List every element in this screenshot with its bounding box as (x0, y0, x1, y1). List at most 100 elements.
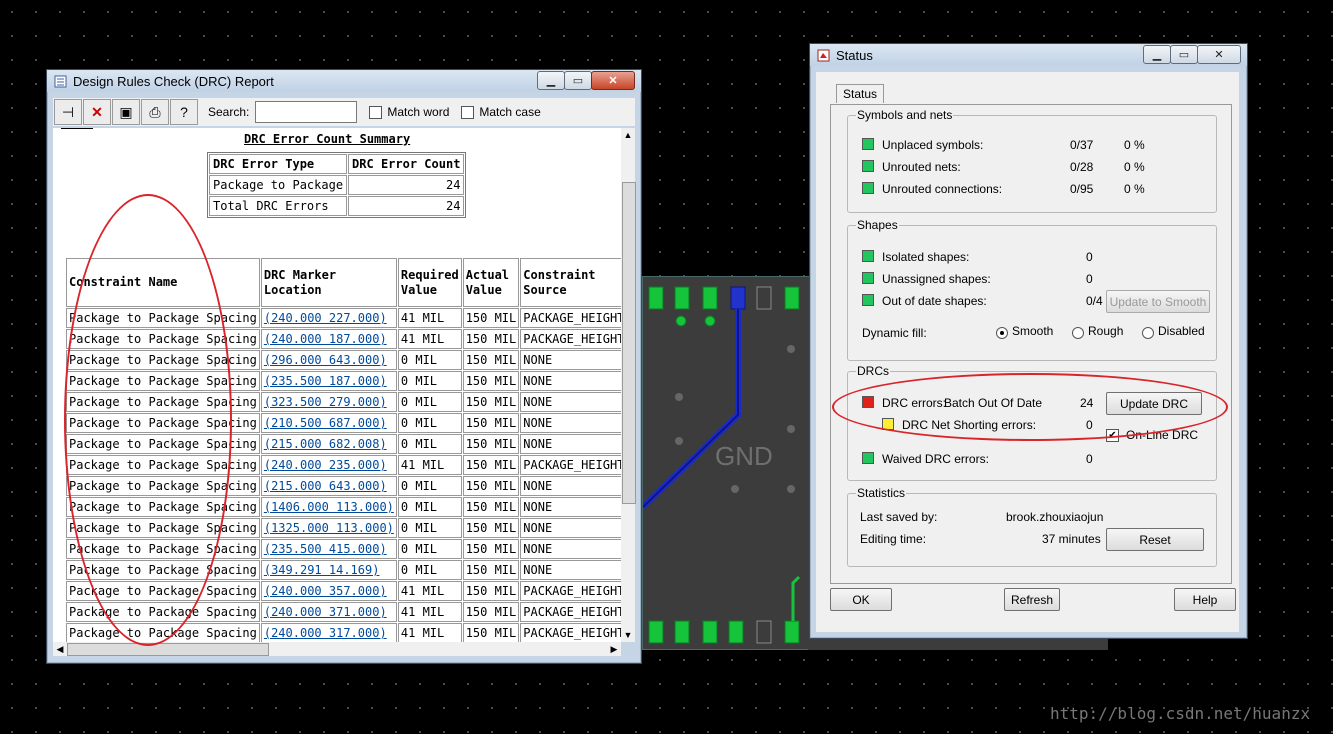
vertical-scrollbar[interactable]: ▲ ▼ (621, 128, 636, 642)
required-value-cell: 0 MIL (400, 563, 438, 577)
marker-location-cell[interactable]: (215.000 643.000) (260, 476, 397, 496)
constraint-source-cell: PACKAGE_HEIGHT_I (520, 329, 621, 349)
required-value-cell: 41 MIL (400, 332, 445, 346)
marker-location-link[interactable]: (235.500 187.000) (264, 374, 387, 388)
status-window[interactable]: Status ▁ ▭ ✕ Status Symbols and nets Unp… (809, 43, 1248, 639)
print-button[interactable]: ⎙ (141, 99, 169, 125)
marker-location-cell[interactable]: (1406.000 113.000) (260, 497, 397, 517)
actual-value-cell: 150 MIL (465, 437, 517, 451)
hscroll-thumb[interactable] (67, 643, 269, 656)
marker-location-cell[interactable]: (240.000 187.000) (260, 329, 397, 349)
online-drc-checkbox[interactable]: ✔ (1106, 429, 1119, 442)
marker-location-link[interactable]: (240.000 357.000) (264, 584, 387, 598)
marker-location-cell[interactable]: (240.000 227.000) (260, 308, 397, 328)
marker-location-link[interactable]: (210.500 687.000) (264, 416, 387, 430)
fill-rough-label: Rough (1088, 324, 1124, 338)
actual-value-cell: 150 MIL (465, 353, 517, 367)
help-button[interactable]: ? (170, 99, 198, 125)
minimize-button[interactable]: ▁ (1143, 45, 1171, 64)
marker-location-link[interactable]: (240.000 227.000) (264, 311, 387, 325)
marker-location-link[interactable]: (215.000 682.008) (264, 437, 387, 451)
close-button[interactable]: ✕ (1197, 45, 1241, 64)
pcb-canvas[interactable]: GND (642, 276, 812, 650)
marker-location-cell[interactable]: (240.000 357.000) (260, 581, 397, 601)
marker-location-link[interactable]: (349.291 14.169) (264, 563, 380, 577)
fill-smooth-radio[interactable] (996, 327, 1008, 339)
required-value-cell: 0 MIL (397, 518, 462, 538)
required-value-cell: 0 MIL (400, 500, 438, 514)
marker-location-link[interactable]: (296.000 643.000) (264, 353, 387, 367)
fill-rough-radio[interactable] (1072, 327, 1084, 339)
minimize-icon: ▁ (1152, 49, 1162, 61)
marker-location-link[interactable]: (240.000 317.000) (264, 626, 387, 640)
scroll-up-icon[interactable]: ▲ (621, 128, 635, 142)
status-titlebar[interactable]: Status ▁ ▭ ✕ (810, 44, 1247, 66)
actual-value-cell: 150 MIL (465, 395, 517, 409)
marker-location-cell[interactable]: (240.000 235.000) (260, 455, 397, 475)
actual-value-cell: 150 MIL (462, 539, 520, 559)
marker-location-link[interactable]: (1406.000 113.000) (264, 500, 394, 514)
marker-location-cell[interactable]: (1325.000 113.000) (260, 518, 397, 538)
maximize-button[interactable]: ▭ (564, 71, 592, 90)
help-button[interactable]: Help (1174, 588, 1236, 611)
required-value-cell: 41 MIL (397, 455, 462, 475)
update-drc-button[interactable]: Update DRC (1106, 392, 1202, 415)
marker-location-link[interactable]: (1325.000 113.000) (264, 521, 394, 535)
match-word-checkbox[interactable]: Match word (369, 105, 449, 119)
scroll-left-icon[interactable]: ◀ (53, 642, 67, 656)
marker-location-cell[interactable]: (210.500 687.000) (260, 413, 397, 433)
report-content[interactable]: DRC Error Count Summary DRC Error Type D… (53, 128, 621, 642)
marker-location-cell[interactable]: (323.500 279.000) (260, 392, 397, 412)
save-button[interactable]: ▣ (112, 99, 140, 125)
horizontal-scrollbar[interactable]: ◀ ▶ (53, 642, 621, 656)
drc-titlebar[interactable]: Design Rules Check (DRC) Report ▁ ▭ ✕ (47, 70, 641, 92)
summary-row: Package to Package 24 (209, 175, 465, 195)
marker-location-cell[interactable]: (235.500 187.000) (260, 371, 397, 391)
refresh-button[interactable]: Refresh (1004, 588, 1060, 611)
marker-location-cell[interactable]: (296.000 643.000) (260, 350, 397, 370)
constraint-name-cell: Package to Package Spacing (69, 395, 257, 409)
pin-button[interactable]: ⊣ (54, 99, 82, 125)
marker-location-link[interactable]: (323.500 279.000) (264, 395, 387, 409)
constraint-name-cell: Package to Package Spacing (66, 350, 260, 370)
match-word-box[interactable] (369, 105, 383, 119)
summary-type: Total DRC Errors (209, 196, 348, 216)
maximize-button[interactable]: ▭ (1170, 45, 1198, 64)
editing-time-value: 37 minutes (1042, 532, 1101, 546)
table-row: Package to Package Spacing (235.500 187.0… (66, 371, 621, 391)
scroll-down-icon[interactable]: ▼ (621, 628, 635, 642)
reset-button[interactable]: Reset (1106, 528, 1204, 551)
actual-value-cell: 150 MIL (462, 392, 520, 412)
delete-button[interactable]: ✕ (83, 99, 111, 125)
match-case-checkbox[interactable]: Match case (461, 105, 541, 119)
marker-location-cell[interactable]: (235.500 415.000) (260, 539, 397, 559)
drc-report-window[interactable]: Design Rules Check (DRC) Report ▁ ▭ ✕ ⊣ … (46, 69, 642, 664)
actual-value-cell: 150 MIL (465, 332, 517, 346)
marker-location-cell[interactable]: (240.000 317.000) (260, 623, 397, 642)
marker-location-link[interactable]: (235.500 415.000) (264, 542, 387, 556)
unplaced-symbols-pct: 0 % (1124, 138, 1145, 152)
search-input[interactable] (255, 101, 358, 123)
constraint-name-cell: Package to Package Spacing (66, 434, 260, 454)
required-value-cell: 0 MIL (400, 521, 438, 535)
fill-disabled-radio[interactable] (1142, 327, 1154, 339)
marker-location-link[interactable]: (240.000 187.000) (264, 332, 387, 346)
marker-location-cell[interactable]: (240.000 371.000) (260, 602, 397, 622)
match-case-box[interactable] (461, 105, 475, 119)
close-button[interactable]: ✕ (591, 71, 635, 90)
ok-button[interactable]: OK (830, 588, 892, 611)
marker-location-link[interactable]: (215.000 643.000) (264, 479, 387, 493)
constraint-source-cell: NONE (523, 563, 553, 577)
scroll-thumb[interactable] (622, 182, 636, 504)
table-row: Package to Package Spacing (240.000 187.0… (66, 329, 621, 349)
tab-status[interactable]: Status (836, 84, 885, 103)
minimize-button[interactable]: ▁ (537, 71, 565, 90)
unrouted-connections-pct: 0 % (1124, 182, 1145, 196)
update-to-smooth-button[interactable]: Update to Smooth (1106, 290, 1210, 313)
marker-location-cell[interactable]: (349.291 14.169) (260, 560, 397, 580)
marker-location-link[interactable]: (240.000 371.000) (264, 605, 387, 619)
marker-location-cell[interactable]: (215.000 682.008) (260, 434, 397, 454)
marker-location-link[interactable]: (240.000 235.000) (264, 458, 387, 472)
scroll-right-icon[interactable]: ▶ (607, 642, 621, 656)
status-tab-panel: Symbols and nets Unplaced symbols: 0/37 … (830, 104, 1232, 584)
